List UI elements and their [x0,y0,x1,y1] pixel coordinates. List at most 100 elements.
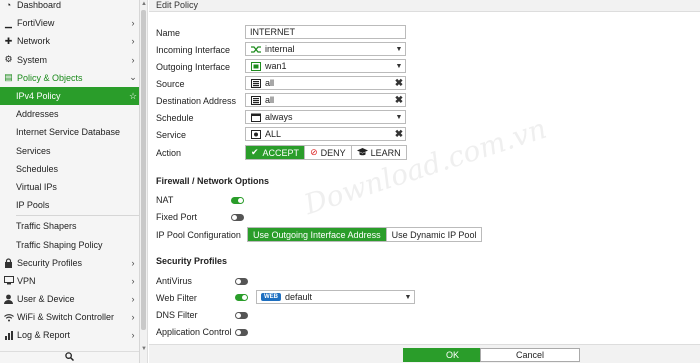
scroll-down-icon[interactable]: ▼ [140,345,148,353]
sidebar-item-policy-objects[interactable]: ▤ Policy & Objects ⌄ [0,69,139,87]
fixed-port-toggle[interactable] [231,214,244,221]
web-filter-profile-select[interactable]: WEB default ▼ [256,290,415,304]
outgoing-interface-row: Outgoing Interface [156,62,231,72]
close-icon[interactable]: ✖ [393,78,405,89]
scrollbar-thumb[interactable] [141,10,146,330]
ip-pool-selector: Use Outgoing Interface Address Use Dynam… [247,227,483,242]
sidebar-item-vpn[interactable]: VPN › [0,272,139,290]
outgoing-interface-select[interactable]: wan1 ▼ [245,59,406,73]
incoming-interface-select[interactable]: internal ▼ [245,42,406,56]
sidebar-item-traffic-shapers[interactable]: Traffic Shapers [0,217,139,235]
sidebar-search-bar[interactable] [0,351,139,363]
nat-toggle[interactable] [231,197,244,204]
gear-icon: ⚙ [4,54,13,65]
chevron-right-icon: › [131,294,135,305]
sidebar-item-security-profiles[interactable]: Security Profiles › [0,254,139,272]
sidebar-item-internet-service-database[interactable]: Internet Service Database [0,123,139,141]
star-icon[interactable]: ☆ [127,91,139,102]
address-list-icon [250,95,261,105]
sidebar-item-wifi-switch[interactable]: WiFi & Switch Controller › [0,308,139,326]
action-row: Action [156,148,182,158]
chevron-right-icon: › [131,257,135,268]
chart-icon: ▁ [5,17,12,28]
use-outgoing-interface-button[interactable]: Use Outgoing Interface Address [248,228,387,241]
schedule-row: Schedule [156,113,194,123]
name-input[interactable]: INTERNET [245,25,406,39]
sidebar-item-user-device[interactable]: User & Device › [0,290,139,308]
service-row: Service [156,130,187,140]
sidebar-item-ip-pools[interactable]: IP Pools [0,196,139,214]
wifi-icon [3,312,14,323]
address-list-icon [250,78,261,88]
edit-policy-panel: Edit Policy Download.com.vn Name INTERNE… [149,0,700,363]
dashboard-icon: ◔ [5,0,12,11]
sidebar: ◔ Dashboard ▁ FortiView › ✚ Network › ⚙ … [0,0,140,363]
lock-icon [3,257,14,268]
search-icon[interactable] [65,352,75,363]
deny-icon: ⊘ [310,147,318,157]
action-deny-button[interactable]: ⊘ DENY [305,146,352,159]
check-icon: ✔ [251,147,259,157]
page-title: Edit Policy [149,0,700,12]
policy-icon: ▤ [4,72,13,83]
sidebar-item-log-report[interactable]: Log & Report › [0,326,139,344]
close-icon[interactable]: ✖ [393,95,405,106]
monitor-icon [3,275,14,286]
schedule-select[interactable]: always ▼ [245,110,406,124]
action-selector: ✔ ACCEPT ⊘ DENY LEARN [245,145,407,160]
source-row: Source [156,79,185,89]
security-profiles-heading: Security Profiles [156,256,228,266]
dns-filter-row: DNS Filter [156,310,198,320]
network-icon: ✚ [4,35,13,46]
web-filter-toggle[interactable] [235,294,248,301]
web-badge: WEB [261,293,281,301]
sidebar-item-virtual-ips[interactable]: Virtual IPs [0,178,139,196]
sidebar-item-dashboard[interactable]: ◔ Dashboard [0,0,139,14]
sidebar-item-network[interactable]: ✚ Network › [0,32,139,50]
antivirus-toggle[interactable] [235,278,248,285]
sidebar-item-schedules[interactable]: Schedules [0,160,139,178]
sidebar-item-traffic-shaping-policy[interactable]: Traffic Shaping Policy [0,235,139,253]
shuffle-icon [250,44,261,54]
application-control-row: Application Control [156,327,232,337]
chevron-right-icon: › [131,36,135,47]
antivirus-row: AntiVirus [156,276,192,286]
sidebar-item-addresses[interactable]: Addresses [0,105,139,123]
sidebar-divider [16,215,139,217]
firewall-section-heading: Firewall / Network Options [156,176,270,186]
name-row: Name [156,28,181,38]
application-control-toggle[interactable] [235,329,248,336]
sidebar-item-services[interactable]: Services [0,142,139,160]
sidebar-item-ipv4-policy[interactable]: IPv4 Policy ☆ [0,86,139,106]
chevron-down-icon: ▼ [404,293,412,301]
web-filter-row: Web Filter [156,293,197,303]
action-learn-button[interactable]: LEARN [351,146,406,159]
chevron-right-icon: › [131,312,135,323]
calendar-icon [250,112,261,122]
destination-address-field[interactable]: all ✖ [245,93,406,107]
dialog-footer: OK Cancel [149,344,700,363]
service-icon [250,129,261,139]
user-icon [3,294,14,305]
action-accept-button[interactable]: ✔ ACCEPT [246,146,306,159]
ip-pool-row: IP Pool Configuration [156,230,241,240]
chevron-down-icon: ▼ [395,62,403,70]
sidebar-scrollbar[interactable]: ▲ ▼ [140,0,148,363]
chevron-down-icon: ▼ [395,45,403,53]
sidebar-item-system[interactable]: ⚙ System › [0,51,139,69]
chevron-right-icon: › [131,18,135,29]
use-dynamic-ip-pool-button[interactable]: Use Dynamic IP Pool [386,228,482,241]
incoming-interface-row: Incoming Interface [156,45,231,55]
close-icon[interactable]: ✖ [393,129,405,140]
sidebar-item-fortiview[interactable]: ▁ FortiView › [0,14,139,32]
dns-filter-toggle[interactable] [235,312,248,319]
cancel-button[interactable]: Cancel [480,348,580,362]
scroll-up-icon[interactable]: ▲ [140,0,148,8]
chart-icon [3,330,14,341]
service-field[interactable]: ALL ✖ [245,127,406,141]
chevron-right-icon: › [131,330,135,341]
source-field[interactable]: all ✖ [245,76,406,90]
chevron-right-icon: › [131,54,135,65]
chevron-down-icon: ▼ [395,113,403,121]
destination-row: Destination Address [156,96,237,106]
